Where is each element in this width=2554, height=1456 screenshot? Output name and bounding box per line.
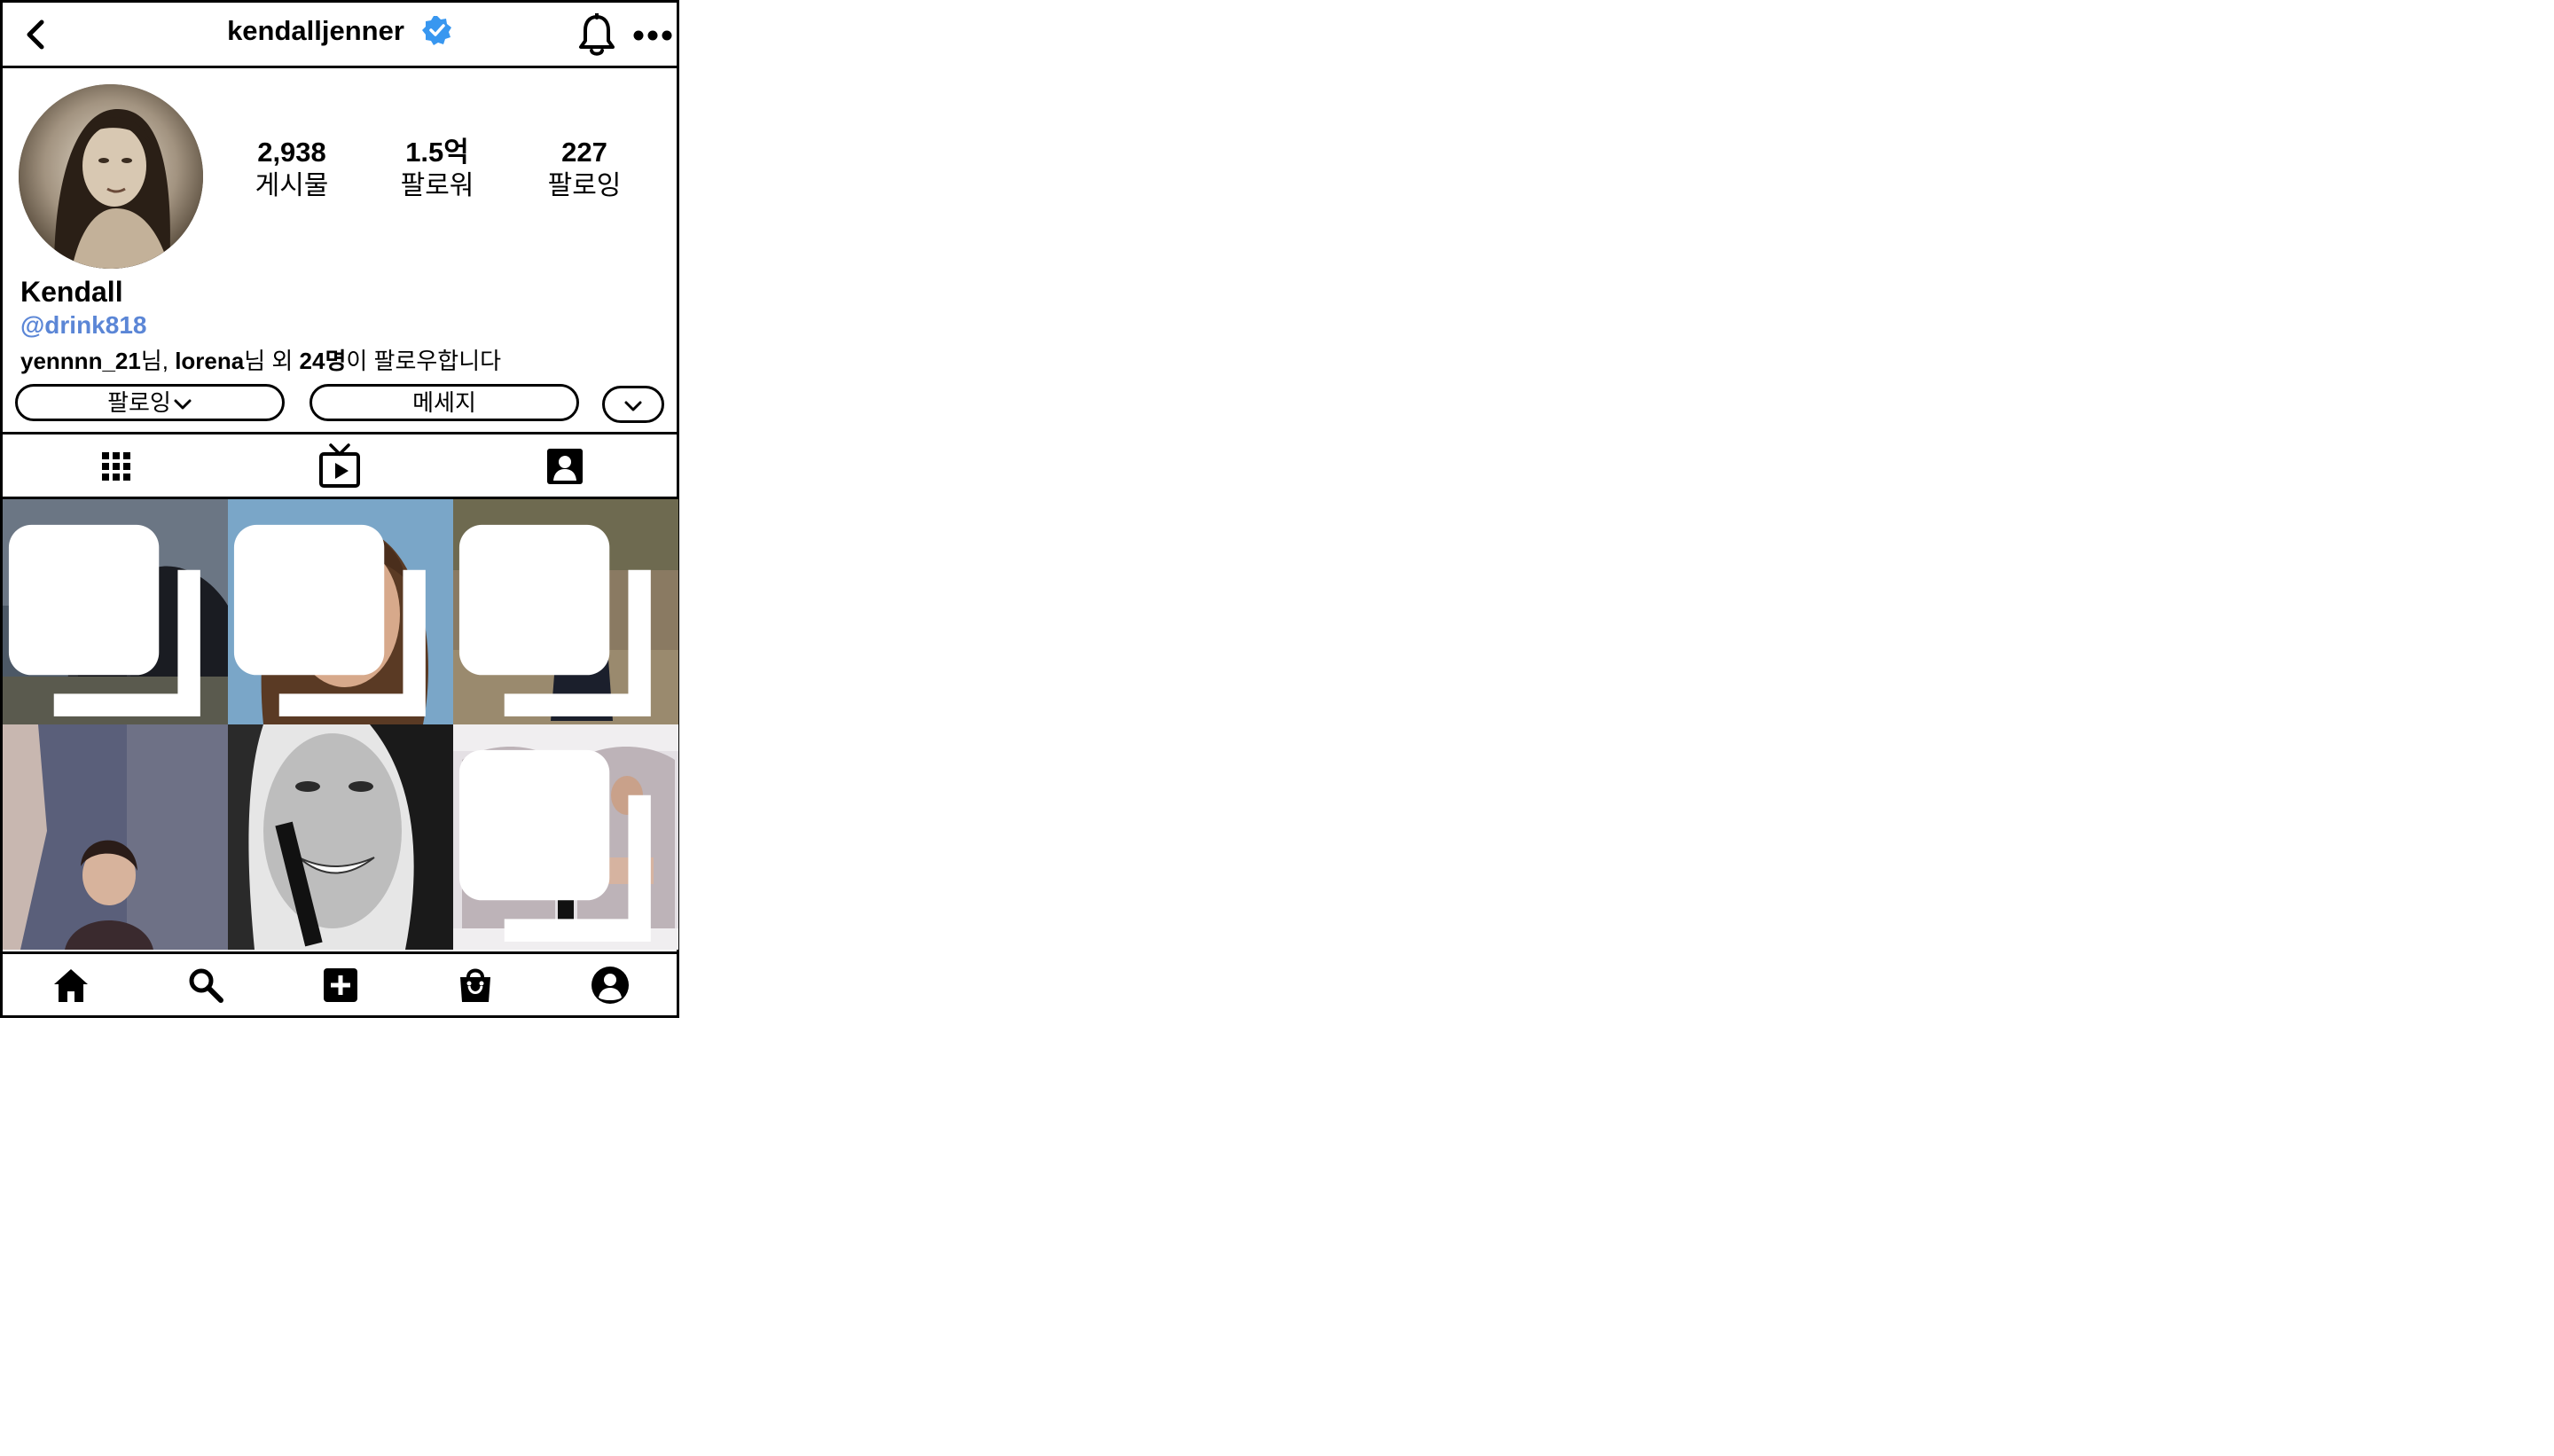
stat-following-label: 팔로잉: [547, 171, 622, 200]
stat-followers-label: 팔로워: [400, 171, 474, 200]
igtv-icon: [319, 443, 360, 488]
profile-avatar[interactable]: [19, 84, 203, 269]
nav-add-post[interactable]: [320, 965, 361, 1006]
bell-icon: [579, 12, 615, 56]
notifications-button[interactable]: [576, 12, 618, 59]
post-thumbnail[interactable]: [3, 724, 228, 950]
stat-following-value: 227: [561, 137, 607, 168]
post-thumbnail[interactable]: [228, 499, 453, 724]
nav-home[interactable]: [51, 965, 91, 1006]
follower-name-2[interactable]: lorena: [175, 348, 244, 374]
multiple-photos-icon: [458, 524, 651, 716]
stat-following[interactable]: 227 팔로잉: [527, 136, 642, 203]
chevron-down-icon: [174, 399, 192, 410]
post-thumbnail[interactable]: [453, 499, 678, 724]
nav-search[interactable]: [185, 965, 226, 1006]
post-thumbnail[interactable]: [3, 499, 228, 724]
post-thumbnail[interactable]: [453, 724, 678, 950]
nav-profile[interactable]: [590, 965, 631, 1006]
message-button-label: 메세지: [412, 389, 476, 416]
more-horizontal-icon: [633, 30, 672, 41]
suggested-accounts-button[interactable]: [602, 386, 664, 423]
post-image: [228, 724, 453, 950]
profile-icon: [591, 967, 629, 1004]
profile-tabs: [3, 432, 677, 499]
stat-posts[interactable]: 2,938 게시물: [234, 136, 349, 203]
stat-posts-value: 2,938: [257, 137, 326, 168]
add-post-icon: [324, 968, 357, 1002]
multiple-photos-icon: [458, 749, 651, 942]
stat-followers[interactable]: 1.5억 팔로워: [380, 136, 495, 203]
tab-tagged[interactable]: [544, 445, 586, 488]
profile-header: kendalljenner: [3, 3, 677, 68]
shop-icon: [460, 968, 490, 1002]
post-image: [3, 724, 228, 950]
stat-posts-label: 게시물: [255, 171, 329, 200]
followed-by-tail: 이 팔로우합니다: [346, 348, 502, 374]
message-button[interactable]: 메세지: [309, 384, 579, 421]
more-options-button[interactable]: [632, 24, 673, 47]
followed-by-sep-2: 님 외: [244, 348, 300, 374]
verified-badge-icon: [421, 15, 451, 45]
bottom-navigation: [3, 951, 677, 1015]
tab-posts[interactable]: [95, 445, 137, 488]
multiple-photos-icon: [233, 524, 426, 716]
nav-shop[interactable]: [455, 965, 496, 1006]
multiple-photos-icon: [8, 524, 200, 716]
following-button[interactable]: 팔로잉: [15, 384, 285, 421]
tab-igtv[interactable]: [318, 443, 361, 488]
tagged-icon: [547, 449, 583, 484]
posts-grid-icon: [102, 452, 130, 481]
stat-followers-value: 1.5억: [405, 137, 469, 168]
follower-name-1[interactable]: yennnn_21: [20, 348, 141, 374]
post-thumbnail[interactable]: [228, 724, 453, 950]
phone-frame: kendalljenner 2,938 게시물 1.5억 팔로워 227 팔로잉…: [0, 0, 679, 1018]
bio-mention-link[interactable]: @drink818: [20, 311, 146, 340]
display-name: Kendall: [20, 276, 123, 308]
followed-by-text[interactable]: yennnn_21님, lorena님 외 24명이 팔로우합니다: [20, 343, 501, 376]
search-icon: [189, 968, 223, 1003]
chevron-down-icon: [624, 401, 642, 411]
followed-by-count: 24명: [299, 348, 347, 374]
posts-grid: [3, 499, 678, 951]
followed-by-sep-1: 님,: [140, 348, 176, 374]
username: kendalljenner: [227, 15, 404, 46]
home-icon: [54, 969, 88, 1002]
following-button-label: 팔로잉: [107, 389, 171, 416]
avatar-photo: [19, 84, 203, 269]
